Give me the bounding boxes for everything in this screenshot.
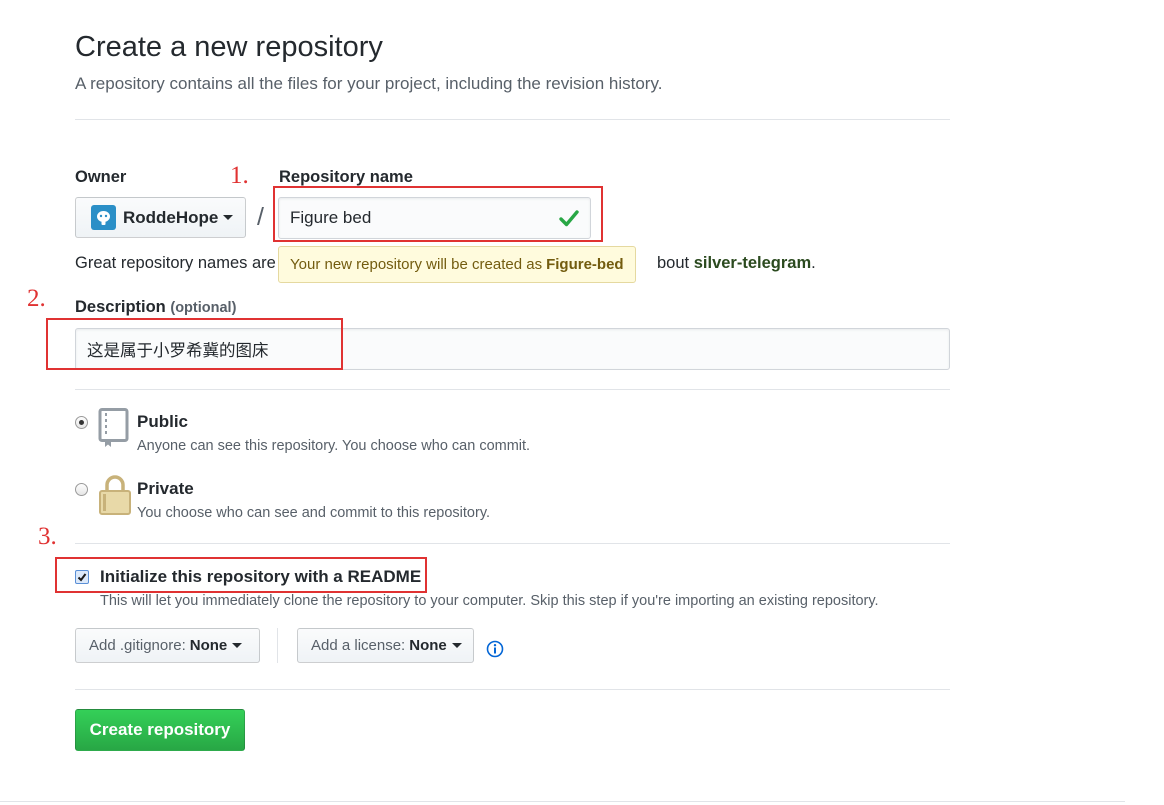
gitignore-value: None xyxy=(189,637,228,654)
tooltip-prefix: Your new repository will be created as xyxy=(290,256,543,273)
repo-name-label: Repository name xyxy=(279,168,413,186)
hint-tail-prefix: bout xyxy=(657,254,690,272)
divider xyxy=(75,543,950,544)
optional-tag: (optional) xyxy=(170,300,237,316)
repo-name-hint: Great repository names are xyxy=(75,254,276,272)
add-license-button[interactable]: Add a license: None xyxy=(297,628,474,663)
description-label-text: Description xyxy=(75,298,166,316)
page-subtitle: A repository contains all the files for … xyxy=(75,74,663,93)
footer-divider xyxy=(0,801,1125,802)
gitignore-label: Add .gitignore: xyxy=(89,637,186,654)
vertical-divider xyxy=(277,628,278,663)
octocat-avatar-icon xyxy=(91,205,116,230)
owner-label: Owner xyxy=(75,168,127,186)
public-option-note: Anyone can see this repository. You choo… xyxy=(137,438,531,454)
annotation-step-3: 3. xyxy=(38,523,57,550)
radio-selected-dot xyxy=(79,420,84,425)
readme-note: This will let you immediately clone the … xyxy=(100,593,879,609)
divider xyxy=(75,389,950,390)
private-option-title: Private xyxy=(137,479,194,498)
repo-book-icon xyxy=(98,408,129,447)
hint-end: . xyxy=(811,254,816,272)
annotation-box-readme xyxy=(55,557,427,593)
license-label: Add a license: xyxy=(311,637,406,654)
public-option-title: Public xyxy=(137,412,189,431)
info-icon[interactable] xyxy=(486,640,504,658)
name-suggestion-link[interactable]: silver-telegram xyxy=(694,254,811,272)
annotation-step-1: 1. xyxy=(230,162,249,189)
add-gitignore-button[interactable]: Add .gitignore: None xyxy=(75,628,260,663)
annotation-box-description xyxy=(46,318,343,370)
divider xyxy=(75,689,950,690)
owner-select-button[interactable]: RoddeHope xyxy=(75,197,246,238)
description-label: Description (optional) xyxy=(75,298,236,317)
caret-down-icon xyxy=(232,643,243,648)
private-option-note: You choose who can see and commit to thi… xyxy=(137,505,491,521)
owner-repo-separator: / xyxy=(257,203,264,231)
page-title: Create a new repository xyxy=(75,31,383,63)
owner-name: RoddeHope xyxy=(123,207,219,227)
tooltip-repo-name: Figure-bed xyxy=(546,256,624,273)
public-radio[interactable] xyxy=(75,416,88,429)
repo-name-tooltip: Your new repository will be created as F… xyxy=(278,246,636,283)
lock-icon xyxy=(99,475,131,515)
caret-down-icon xyxy=(223,215,234,220)
private-radio[interactable] xyxy=(75,483,88,496)
annotation-step-2: 2. xyxy=(27,285,46,312)
caret-down-icon xyxy=(451,643,462,648)
create-repository-button[interactable]: Create repository xyxy=(75,709,245,751)
repo-name-hint-tail: bout silver-telegram. xyxy=(657,254,816,273)
license-value: None xyxy=(409,637,447,654)
divider xyxy=(75,119,950,120)
annotation-box-repo-name xyxy=(273,186,603,242)
